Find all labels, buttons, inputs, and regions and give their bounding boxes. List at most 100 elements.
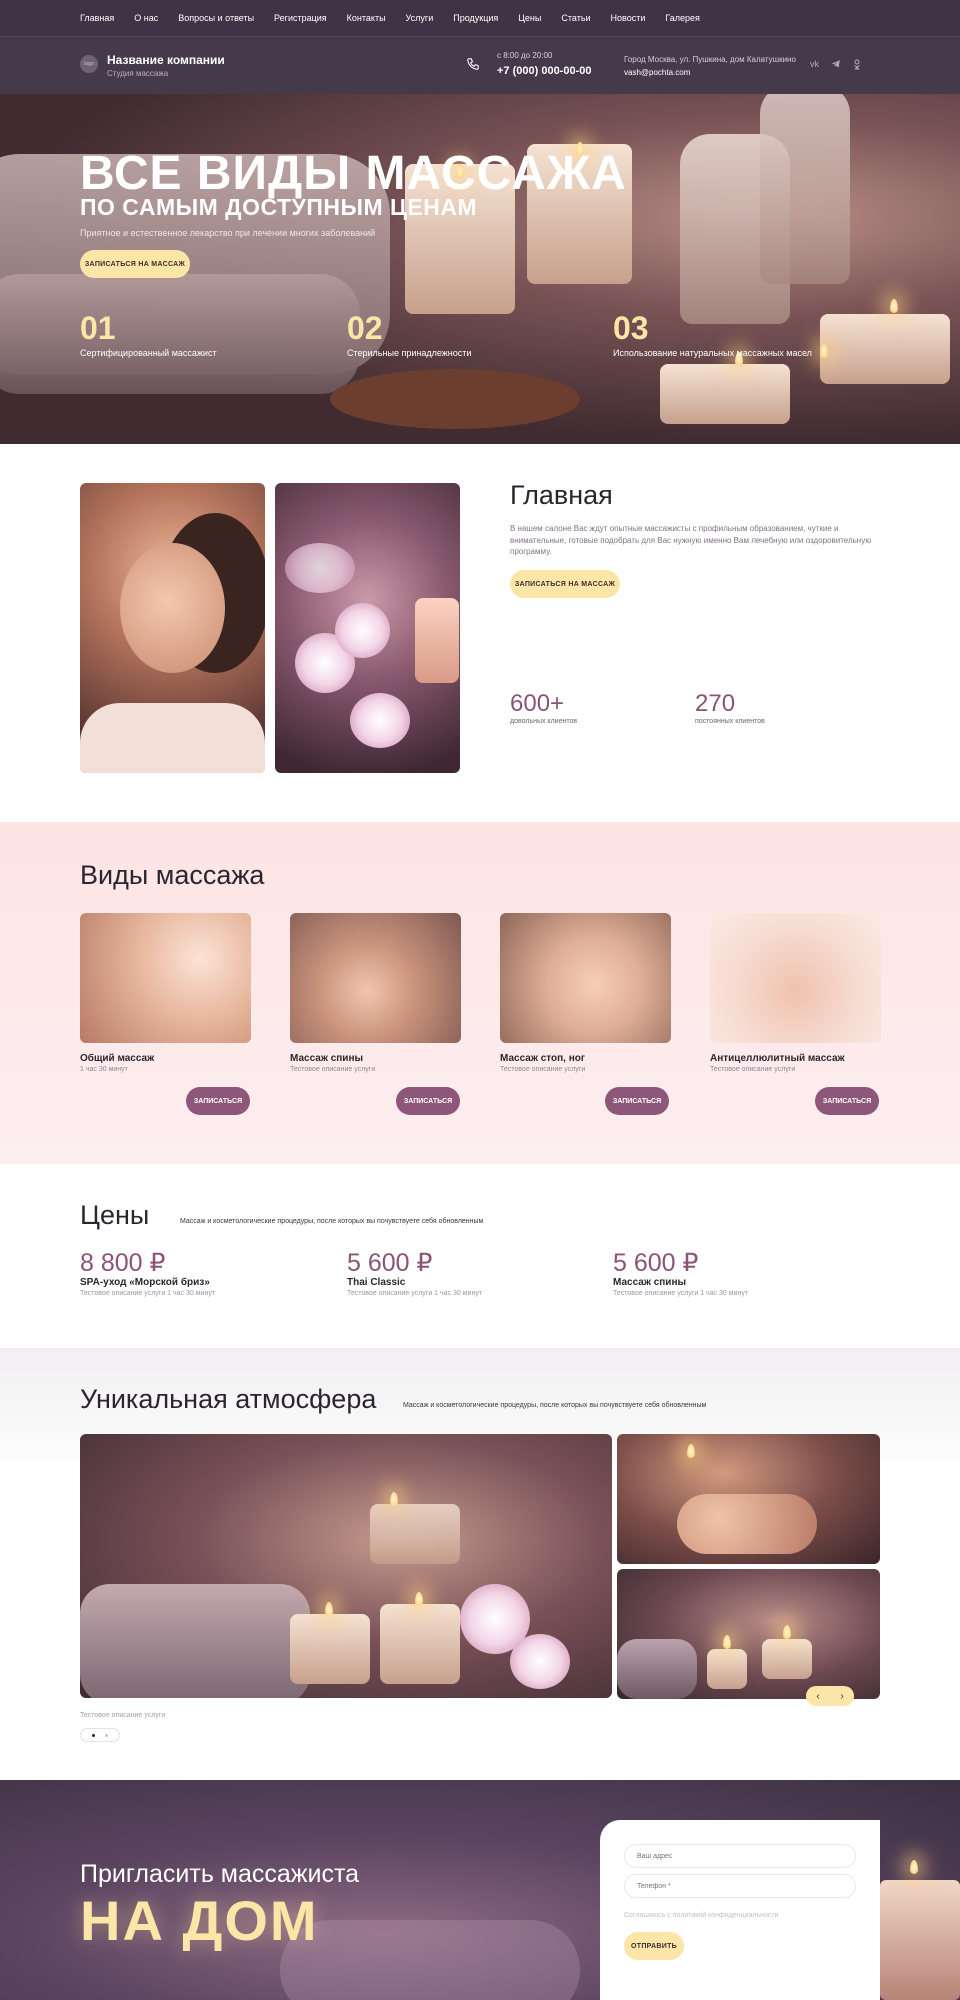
book-button[interactable]: ЗАПИСАТЬСЯ bbox=[396, 1087, 460, 1115]
gallery-towel-shape bbox=[617, 1639, 697, 1699]
book-button[interactable]: ЗАПИСАТЬСЯ bbox=[605, 1087, 669, 1115]
price-value: 8 800 ₽ bbox=[80, 1249, 166, 1277]
nav-item-faq[interactable]: Вопросы и ответы bbox=[178, 13, 254, 23]
stat-text: Стерильные принадлежности bbox=[347, 348, 472, 358]
hero-plate-image bbox=[330, 369, 580, 429]
price-value: 5 600 ₽ bbox=[613, 1249, 699, 1277]
header-bar: logo Название компании Студия массажа с … bbox=[0, 36, 960, 94]
photo-orchid-shape bbox=[335, 603, 390, 658]
candle-flame bbox=[783, 1625, 791, 1639]
hero-subtitle: ПО САМЫМ ДОСТУПНЫМ ЦЕНАМ bbox=[80, 194, 478, 220]
working-hours: с 8:00 до 20:00 bbox=[497, 51, 553, 60]
privacy-consent[interactable]: Соглашаюсь с политикой конфиденциальност… bbox=[624, 1912, 778, 1919]
counter-number: 600+ bbox=[510, 690, 565, 717]
counter-number: 270 bbox=[695, 690, 736, 717]
gallery-person-shape bbox=[677, 1494, 817, 1554]
nav-item-gallery[interactable]: Галерея bbox=[665, 13, 700, 23]
gallery-pagination bbox=[80, 1728, 120, 1742]
home-visit-form: Соглашаюсь с политикой конфиденциальност… bbox=[600, 1820, 880, 2000]
card-title: Массаж стоп, ног bbox=[500, 1053, 586, 1064]
gallery-candle-shape bbox=[370, 1504, 460, 1564]
massage-types-title: Виды массажа bbox=[80, 860, 265, 890]
photo-face-shape bbox=[120, 543, 225, 673]
nav-item-products[interactable]: Продукция bbox=[453, 13, 498, 23]
nav-item-contacts[interactable]: Контакты bbox=[347, 13, 386, 23]
nav-item-home[interactable]: Главная bbox=[80, 13, 114, 23]
candle-flame bbox=[890, 299, 898, 313]
gallery-next-button[interactable]: › bbox=[830, 1686, 854, 1706]
gallery-image-candles[interactable] bbox=[617, 1569, 880, 1699]
gallery-candle-shape bbox=[762, 1639, 812, 1679]
nav-item-prices[interactable]: Цены bbox=[518, 13, 541, 23]
book-massage-button[interactable]: ЗАПИСАТЬСЯ НА МАССАЖ bbox=[80, 250, 190, 278]
atmosphere-title: Уникальная атмосфера bbox=[80, 1384, 377, 1414]
card-title: Массаж спины bbox=[290, 1053, 364, 1064]
card-image-foot-massage[interactable] bbox=[500, 913, 671, 1043]
gallery-candle-shape bbox=[380, 1604, 460, 1684]
book-button[interactable]: ЗАПИСАТЬСЯ bbox=[186, 1087, 250, 1115]
vk-icon[interactable]: vk bbox=[810, 59, 819, 72]
telegram-icon[interactable] bbox=[831, 59, 841, 72]
address-input[interactable] bbox=[624, 1844, 856, 1868]
candle-flame bbox=[415, 1592, 423, 1606]
about-title: Главная bbox=[510, 480, 613, 510]
submit-button[interactable]: ОТПРАВИТЬ bbox=[624, 1932, 684, 1960]
phone-number[interactable]: +7 (000) 000-00-00 bbox=[497, 65, 591, 77]
card-description: Тестовое описание услуги bbox=[290, 1066, 376, 1073]
photo-orchid-shape bbox=[285, 543, 355, 593]
nav-item-services[interactable]: Услуги bbox=[406, 13, 434, 23]
price-description: Тестовое описание услуги 1 час 30 минут bbox=[613, 1290, 749, 1297]
cta-title: Пригласить массажиста bbox=[80, 1860, 360, 1888]
price-description: Тестовое описание услуги 1 час 30 минут bbox=[347, 1290, 483, 1297]
card-title: Общий массаж bbox=[80, 1053, 155, 1064]
book-button[interactable]: ЗАПИСАТЬСЯ bbox=[815, 1087, 879, 1115]
about-text: В нашем салоне Вас ждут опытные массажис… bbox=[510, 524, 872, 557]
hero-candle-image bbox=[660, 364, 790, 424]
counter-caption: постоянных клиентов bbox=[695, 718, 765, 725]
company-name: Название компании bbox=[107, 53, 225, 67]
hero-section: ВСЕ ВИДЫ МАССАЖА ПО САМЫМ ДОСТУПНЫМ ЦЕНА… bbox=[0, 94, 960, 444]
candle-flame bbox=[390, 1492, 398, 1506]
phone-input[interactable] bbox=[624, 1874, 856, 1898]
card-image-anticellulite-massage[interactable] bbox=[710, 913, 881, 1043]
page: Главная О нас Вопросы и ответы Регистрац… bbox=[0, 0, 960, 2000]
hero-bottle-image bbox=[760, 94, 850, 284]
stat-number: 01 bbox=[80, 310, 116, 346]
prices-title: Цены bbox=[80, 1200, 150, 1230]
ok-icon[interactable] bbox=[853, 59, 861, 72]
cta-title-highlight: НА ДОМ bbox=[80, 1889, 319, 1952]
gallery-image-large[interactable] bbox=[80, 1434, 612, 1698]
company-subtitle: Студия массажа bbox=[107, 69, 169, 78]
book-massage-button[interactable]: ЗАПИСАТЬСЯ НА МАССАЖ bbox=[510, 570, 620, 598]
hero-description: Приятное и естественное лекарство при ле… bbox=[80, 228, 376, 238]
phone-icon bbox=[466, 57, 482, 73]
nav-item-registration[interactable]: Регистрация bbox=[274, 13, 327, 23]
candle-flame bbox=[910, 1860, 918, 1874]
price-name: Thai Classic bbox=[347, 1277, 406, 1288]
card-description: Тестовое описание услуги bbox=[710, 1066, 796, 1073]
pagination-dot[interactable] bbox=[105, 1733, 108, 1737]
card-image-general-massage[interactable] bbox=[80, 913, 251, 1043]
candle-flame bbox=[687, 1444, 695, 1458]
candle-flame bbox=[325, 1602, 333, 1616]
photo-orchid-shape bbox=[350, 693, 410, 748]
gallery-towel-shape bbox=[80, 1584, 310, 1698]
email-link[interactable]: vash@pochta.com bbox=[624, 68, 690, 77]
price-description: Тестовое описание услуги 1 час 30 минут bbox=[80, 1290, 216, 1297]
nav-item-news[interactable]: Новости bbox=[611, 13, 646, 23]
company-logo[interactable]: logo bbox=[80, 55, 98, 73]
card-title: Антицеллюлитный массаж bbox=[710, 1053, 845, 1064]
gallery-image-face-massage[interactable] bbox=[617, 1434, 880, 1564]
card-description: Тестовое описание услуги bbox=[500, 1066, 586, 1073]
gallery-prev-button[interactable]: ‹ bbox=[806, 1686, 830, 1706]
gallery-candle-shape bbox=[707, 1649, 747, 1689]
nav-item-articles[interactable]: Статьи bbox=[561, 13, 590, 23]
pagination-dot-active[interactable] bbox=[92, 1733, 95, 1737]
top-nav: Главная О нас Вопросы и ответы Регистрац… bbox=[0, 0, 960, 36]
nav-item-about[interactable]: О нас bbox=[134, 13, 158, 23]
hero-candle-image bbox=[820, 314, 950, 384]
address: Город Москва, ул. Пушкина, дом Калатушки… bbox=[624, 55, 796, 64]
atmosphere-subtitle: Массаж и косметологические процедуры, по… bbox=[403, 1402, 707, 1409]
price-value: 5 600 ₽ bbox=[347, 1249, 433, 1277]
card-image-back-massage[interactable] bbox=[290, 913, 461, 1043]
